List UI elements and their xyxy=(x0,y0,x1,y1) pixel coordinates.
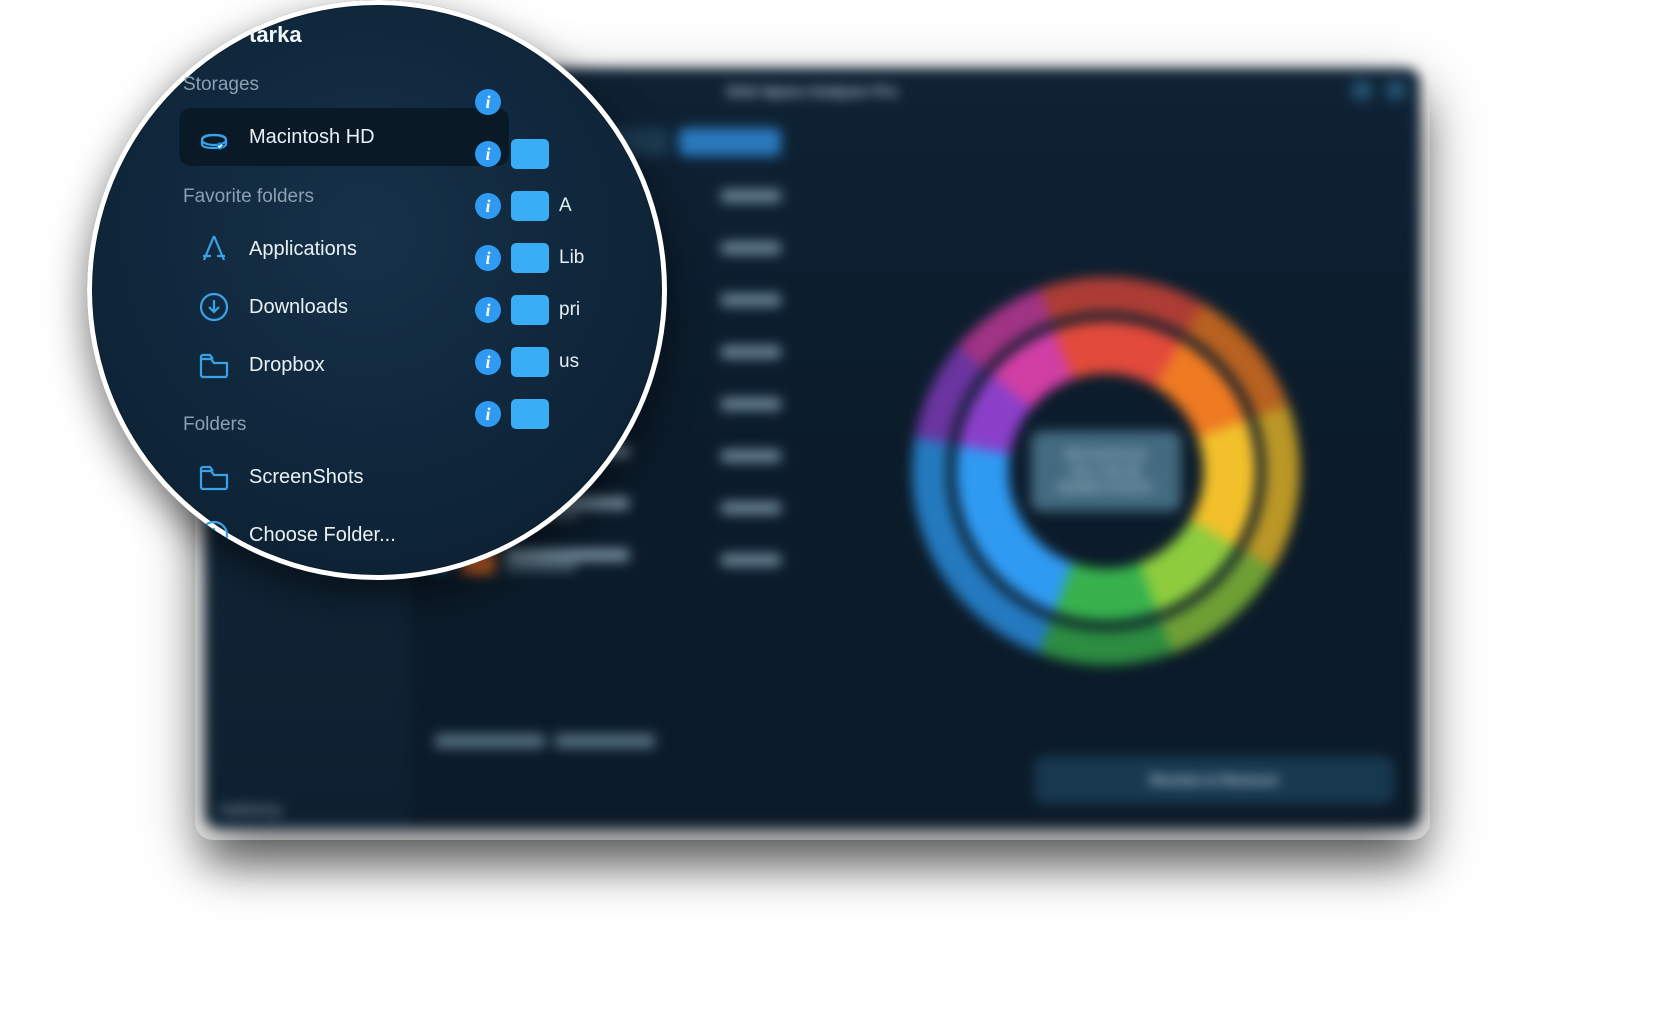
folder-icon xyxy=(511,139,549,169)
list-item[interactable]: i xyxy=(475,76,665,128)
info-icon[interactable]: i xyxy=(475,245,501,271)
chat-icon[interactable] xyxy=(1352,80,1372,100)
info-icon[interactable]: i xyxy=(475,141,501,167)
magnified-file-list: i i i A i Lib i pri i us i xyxy=(475,76,665,440)
appstore-icon xyxy=(197,232,231,266)
list-item[interactable]: i us xyxy=(475,336,665,388)
info-icon[interactable]: i xyxy=(475,89,501,115)
file-label: Lib xyxy=(559,247,584,269)
folder-icon xyxy=(197,348,231,382)
sidebar-item-label: Macintosh HD xyxy=(249,126,375,149)
sidebar-item-downloads[interactable]: Downloads xyxy=(179,278,509,336)
sidebar-item-label: Dropbox xyxy=(249,354,325,377)
plus-circle-icon xyxy=(197,518,231,552)
list-item[interactable]: i A xyxy=(475,180,665,232)
chart-tooltip: Microsoft Excel Size 3.99 GB Modified 10… xyxy=(1031,431,1181,511)
list-item[interactable]: i pri xyxy=(475,284,665,336)
disk-icon xyxy=(197,120,231,154)
download-icon xyxy=(197,290,231,324)
list-item[interactable]: i Lib xyxy=(475,232,665,284)
review-remove-button[interactable]: Review & Remove xyxy=(1034,756,1394,804)
folder-icon xyxy=(197,460,231,494)
folder-icon xyxy=(511,347,549,377)
file-label: us xyxy=(559,351,579,373)
folder-icon xyxy=(511,243,549,273)
sidebar-item-screenshots[interactable]: ScreenShots xyxy=(179,448,509,506)
sidebar-item-label: ScreenShots xyxy=(249,466,364,489)
sidebar-item-label: Applications xyxy=(249,238,357,261)
sidebar-item-macintosh-hd[interactable]: Macintosh HD xyxy=(179,108,509,166)
gear-icon[interactable] xyxy=(1386,80,1406,100)
folder-icon xyxy=(511,191,549,221)
info-icon[interactable]: i xyxy=(475,401,501,427)
tab-biggest-files[interactable] xyxy=(679,128,781,156)
file-label: pri xyxy=(559,299,580,321)
sidebar-item-choose-folder[interactable]: Choose Folder... xyxy=(179,506,509,564)
breadcrumb[interactable] xyxy=(435,734,655,748)
brand-label: nektony xyxy=(219,800,401,820)
info-icon[interactable]: i xyxy=(475,297,501,323)
folder-icon xyxy=(511,399,549,429)
info-icon[interactable]: i xyxy=(475,193,501,219)
sidebar-item-label: Downloads xyxy=(249,296,348,319)
sidebar-item-dropbox[interactable]: Dropbox xyxy=(179,336,509,394)
sidebar-item-label: Choose Folder... xyxy=(249,524,396,547)
file-label: A xyxy=(559,195,572,217)
sunburst-chart[interactable]: Microsoft Excel Size 3.99 GB Modified 10… xyxy=(791,114,1420,828)
folder-icon xyxy=(511,295,549,325)
magnifier-lens: tarka Storages Macintosh HD Favorite fol… xyxy=(87,0,667,580)
list-item[interactable]: i xyxy=(475,388,665,440)
list-item[interactable]: i xyxy=(475,128,665,180)
sidebar-item-applications[interactable]: Applications xyxy=(179,220,509,278)
info-icon[interactable]: i xyxy=(475,349,501,375)
app-title: Disk Space Analyzer Pro xyxy=(727,83,898,99)
user-name: tarka xyxy=(249,22,667,48)
